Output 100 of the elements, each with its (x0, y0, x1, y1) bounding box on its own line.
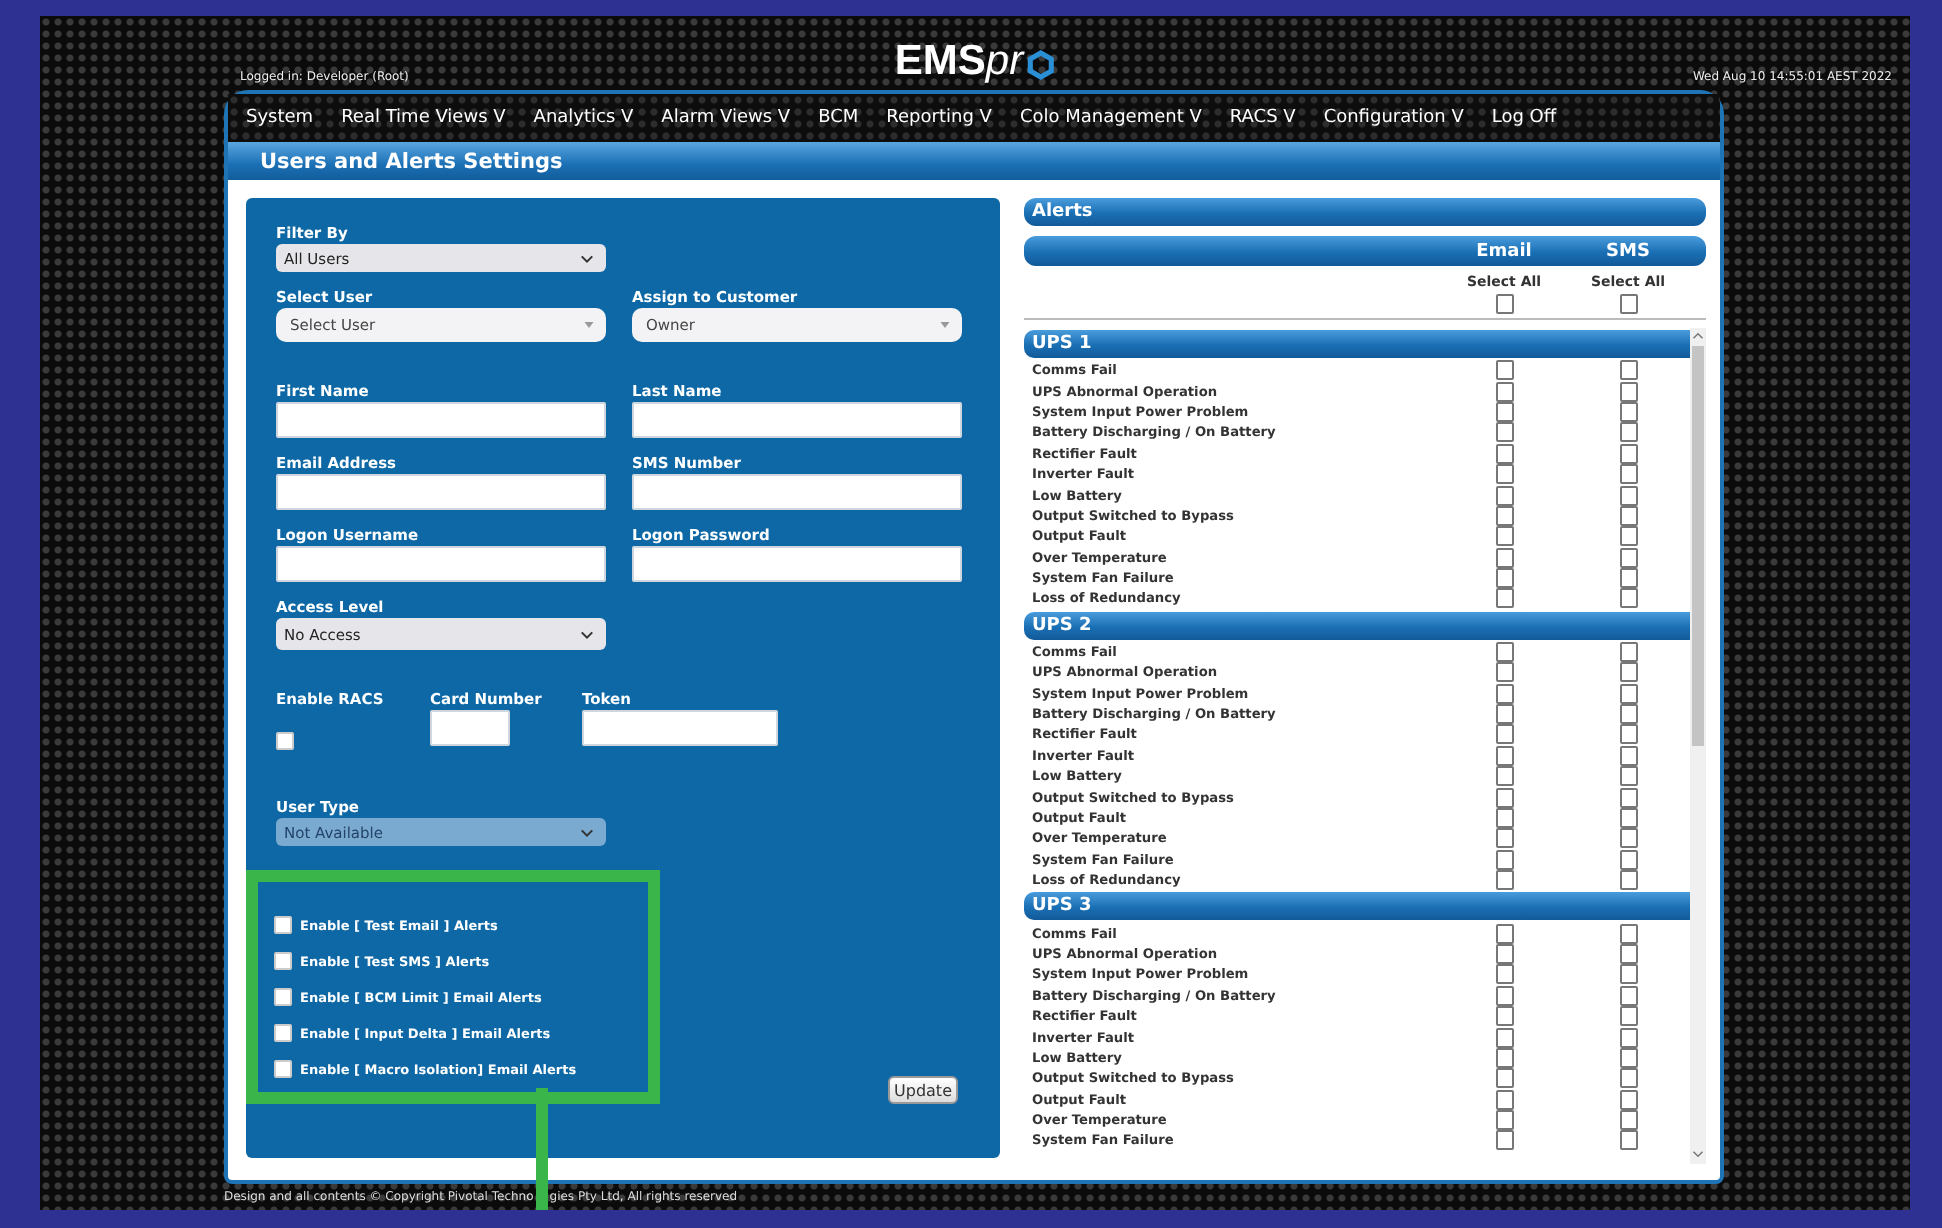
checkbox[interactable] (1619, 1110, 1637, 1131)
nav-menu-item[interactable]: Reporting V (886, 108, 992, 128)
checkbox[interactable] (1619, 547, 1637, 568)
checkbox[interactable] (1619, 787, 1637, 808)
scroll-up-icon[interactable] (1692, 332, 1704, 340)
checkbox[interactable] (1619, 662, 1637, 683)
checkbox[interactable] (1619, 943, 1637, 964)
checkbox[interactable] (1619, 641, 1637, 662)
checkbox[interactable] (1619, 401, 1637, 422)
checkbox[interactable] (1619, 1047, 1637, 1068)
checkbox[interactable] (1495, 568, 1513, 589)
checkbox[interactable] (1495, 1027, 1513, 1048)
checkbox[interactable] (1619, 526, 1637, 547)
checkbox[interactable] (1495, 443, 1513, 464)
checkbox[interactable] (1619, 766, 1637, 787)
checkbox[interactable] (1495, 485, 1513, 506)
checkbox[interactable] (276, 732, 294, 750)
input-field[interactable] (632, 402, 962, 438)
checkbox[interactable] (1619, 381, 1637, 402)
checkbox[interactable] (1495, 724, 1513, 745)
nav-menu-item[interactable]: Real Time Views V (341, 108, 506, 128)
checkbox[interactable] (1619, 1027, 1637, 1048)
checkbox[interactable] (1495, 588, 1513, 609)
nav-menu-item[interactable]: RACS V (1229, 108, 1296, 128)
checkbox[interactable] (1619, 485, 1637, 506)
checkbox[interactable] (1619, 828, 1637, 849)
nav-menu-item[interactable]: Analytics V (533, 108, 634, 128)
checkbox[interactable] (1495, 662, 1513, 683)
checkbox[interactable] (1619, 964, 1637, 985)
checkbox[interactable] (1495, 526, 1513, 547)
checkbox[interactable] (1495, 422, 1513, 443)
checkbox[interactable] (274, 1060, 292, 1078)
checkbox[interactable] (1495, 943, 1513, 964)
checkbox[interactable] (1495, 505, 1513, 526)
checkbox[interactable] (1619, 422, 1637, 443)
checkbox[interactable] (1495, 1130, 1513, 1151)
checkbox[interactable] (1619, 443, 1637, 464)
checkbox[interactable] (1619, 1068, 1637, 1089)
nav-menu-item[interactable]: Alarm Views V (661, 108, 791, 128)
checkbox[interactable] (1495, 704, 1513, 725)
checkbox[interactable] (1495, 787, 1513, 808)
checkbox[interactable] (1619, 985, 1637, 1006)
checkbox[interactable] (1619, 360, 1637, 381)
update-button[interactable]: Update (888, 1076, 958, 1104)
checkbox[interactable] (1495, 964, 1513, 985)
checkbox[interactable] (1495, 1089, 1513, 1110)
checkbox[interactable] (1495, 849, 1513, 870)
scroll-down-icon[interactable] (1692, 1150, 1704, 1158)
checkbox[interactable] (1495, 923, 1513, 944)
nav-menu-item[interactable]: Configuration V (1323, 108, 1464, 128)
checkbox[interactable] (1495, 1006, 1513, 1027)
checkbox[interactable] (1495, 828, 1513, 849)
checkbox[interactable] (1495, 381, 1513, 402)
checkbox[interactable] (1495, 1068, 1513, 1089)
checkbox[interactable] (1495, 547, 1513, 568)
checkbox[interactable] (1495, 360, 1513, 381)
nav-menu-item[interactable]: Log Off (1491, 108, 1557, 128)
checkbox[interactable] (274, 988, 292, 1006)
checkbox[interactable] (1495, 766, 1513, 787)
checkbox[interactable] (1495, 641, 1513, 662)
checkbox[interactable] (1495, 745, 1513, 766)
checkbox[interactable] (1619, 294, 1637, 314)
checkbox[interactable] (1495, 683, 1513, 704)
checkbox[interactable] (1619, 704, 1637, 725)
input-field[interactable] (276, 402, 606, 438)
checkbox[interactable] (1619, 923, 1637, 944)
checkbox[interactable] (1619, 808, 1637, 828)
checkbox[interactable] (1495, 1047, 1513, 1068)
input-field[interactable] (430, 710, 510, 746)
checkbox[interactable] (1619, 849, 1637, 870)
checkbox[interactable] (274, 952, 292, 970)
checkbox[interactable] (1619, 745, 1637, 766)
input-field[interactable] (276, 474, 606, 510)
nav-menu-item[interactable]: BCM (818, 108, 859, 128)
checkbox[interactable] (1619, 683, 1637, 704)
checkbox[interactable] (1495, 464, 1513, 485)
checkbox[interactable] (274, 1024, 292, 1042)
checkbox[interactable] (1495, 985, 1513, 1006)
checkbox[interactable] (1495, 1110, 1513, 1131)
nav-menu-item[interactable]: Colo Management V (1019, 108, 1202, 128)
checkbox[interactable] (1495, 870, 1513, 891)
checkbox[interactable] (1619, 464, 1637, 485)
checkbox[interactable] (1495, 401, 1513, 422)
input-field[interactable] (632, 546, 962, 582)
input-field[interactable] (276, 546, 606, 582)
input-field[interactable] (582, 710, 778, 746)
scrollbar[interactable] (1690, 328, 1706, 1164)
checkbox[interactable] (274, 916, 292, 934)
input-field[interactable] (632, 474, 962, 510)
checkbox[interactable] (1619, 505, 1637, 526)
checkbox[interactable] (1495, 294, 1513, 314)
checkbox[interactable] (1619, 1006, 1637, 1027)
checkbox[interactable] (1619, 568, 1637, 589)
checkbox[interactable] (1619, 870, 1637, 891)
nav-menu-item[interactable]: System (246, 108, 314, 128)
checkbox[interactable] (1619, 588, 1637, 609)
checkbox[interactable] (1619, 1130, 1637, 1151)
checkbox[interactable] (1495, 808, 1513, 828)
checkbox[interactable] (1619, 1089, 1637, 1110)
checkbox[interactable] (1619, 724, 1637, 745)
